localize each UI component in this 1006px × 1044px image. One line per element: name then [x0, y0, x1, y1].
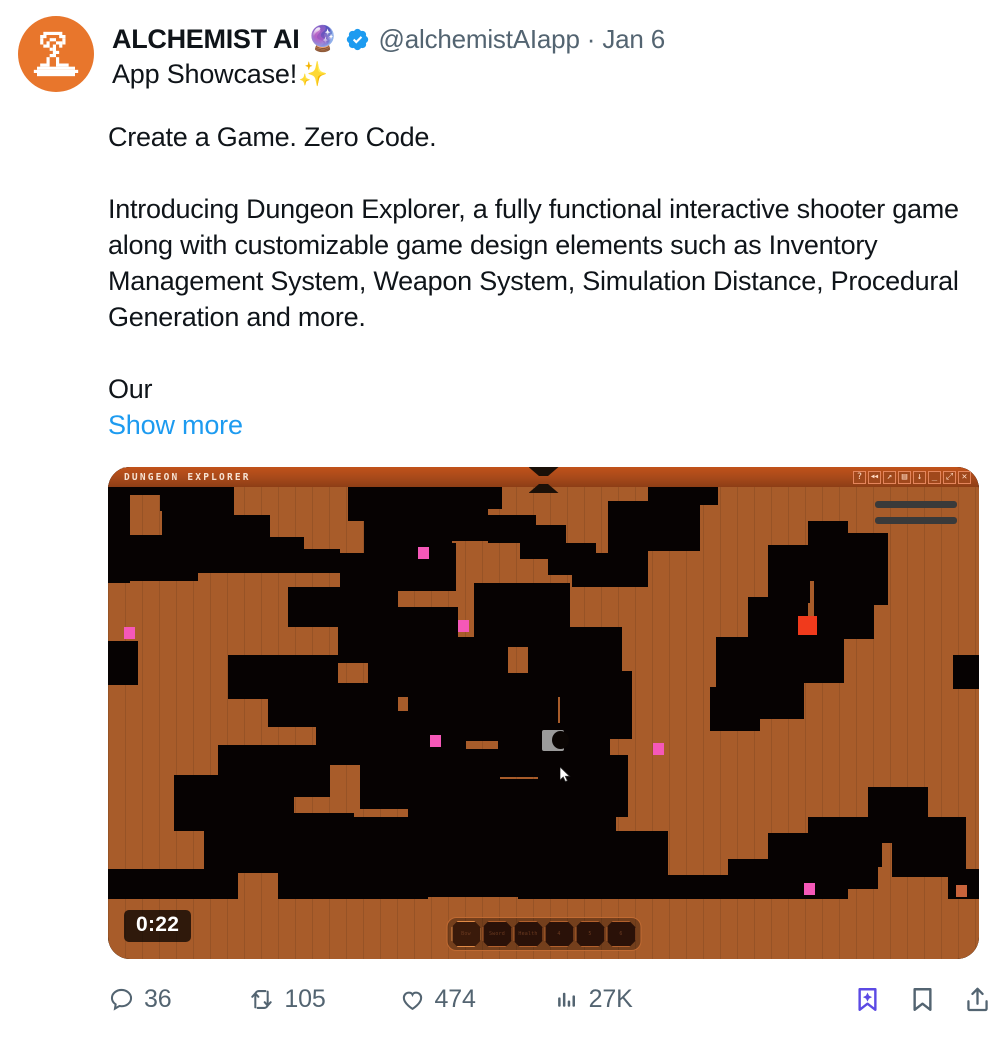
retweet-count: 105 [284, 985, 326, 1013]
game-window: DUNGEON EXPLORER ? ◀◀ ↗ ▤ ↓ _ ⤢ ✕ Bow Sw… [108, 467, 979, 959]
hotbar-slot-1-label: Bow [461, 931, 471, 937]
tweet-actions: 36 105 474 27K [108, 985, 992, 1014]
download-button[interactable]: ↓ [913, 470, 926, 484]
header-text: ALCHEMIST AI 🔮 @alchemistAIapp · Jan 6 A… [112, 14, 994, 90]
video-timestamp: 0:22 [124, 910, 192, 942]
bookmark-button[interactable] [908, 985, 937, 1014]
mouse-cursor-icon [560, 767, 571, 782]
display-name[interactable]: ALCHEMIST AI [112, 24, 300, 55]
hotbar-slot-4[interactable]: 4 [544, 921, 574, 947]
hotbar-slot-6[interactable]: 6 [606, 921, 636, 947]
retweet-icon [251, 990, 273, 1009]
hotbar-slot-5[interactable]: 5 [575, 921, 605, 947]
analytics-icon [557, 992, 575, 1007]
like-button[interactable]: 474 [399, 985, 476, 1014]
tweet-body: Create a Game. Zero Code. Introducing Du… [108, 119, 994, 443]
name-line: ALCHEMIST AI 🔮 @alchemistAIapp · Jan 6 [112, 24, 994, 55]
inventory-hotbar[interactable]: Bow Sword Health 4 5 6 [446, 917, 641, 951]
heart-icon [402, 991, 422, 1011]
hotbar-slot-6-label: 6 [619, 931, 623, 937]
item-pickup [418, 547, 429, 559]
tweet-paragraph-2: Introducing Dungeon Explorer, a fully fu… [108, 194, 959, 332]
tweet-paragraph-3: Our [108, 374, 153, 404]
game-playfield[interactable]: Bow Sword Health 4 5 6 [108, 487, 979, 959]
views-count: 27K [588, 985, 633, 1013]
like-count: 474 [434, 985, 476, 1013]
crystal-ball-icon: 🔮 [307, 25, 339, 53]
stamina-bar [875, 517, 957, 524]
hotbar-slot-3-label: Health [518, 931, 538, 937]
hotbar-slot-2[interactable]: Sword [482, 921, 512, 947]
tweet-card: ALCHEMIST AI 🔮 @alchemistAIapp · Jan 6 A… [0, 0, 1006, 1044]
tweet-line-1-text: App Showcase! [112, 59, 298, 89]
window-notch [528, 467, 559, 493]
share-button[interactable]: ↗ [883, 470, 896, 484]
share-button[interactable] [963, 985, 992, 1014]
grok-bookmark-icon [858, 988, 877, 1011]
share-icon [967, 987, 988, 1012]
enemy-unit [798, 616, 817, 635]
show-more-link[interactable]: Show more [108, 407, 243, 443]
reply-icon [110, 988, 133, 1011]
avatar[interactable] [18, 16, 94, 92]
game-title: DUNGEON EXPLORER [124, 471, 251, 483]
verified-badge-icon [346, 28, 368, 51]
minimize-button[interactable]: _ [928, 470, 941, 484]
save-button[interactable]: ▤ [898, 470, 911, 484]
tweet-actions-right [853, 985, 992, 1014]
tweet-paragraph-1: Create a Game. Zero Code. [108, 122, 437, 152]
item-pickup [124, 627, 135, 639]
hotbar-slot-4-label: 4 [557, 931, 561, 937]
hotbar-slot-5-label: 5 [588, 931, 592, 937]
views-button[interactable]: 27K [555, 985, 633, 1014]
hotbar-slot-1[interactable]: Bow [451, 921, 481, 947]
item-pickup [956, 885, 967, 897]
maximize-button[interactable]: ⤢ [943, 470, 956, 484]
retweet-button[interactable]: 105 [248, 985, 326, 1014]
item-pickup [430, 735, 441, 747]
player-character [542, 730, 569, 751]
hotbar-slot-3[interactable]: Health [513, 921, 543, 947]
tweet-line-1: App Showcase! ✨ [112, 59, 994, 90]
video-player[interactable]: DUNGEON EXPLORER ? ◀◀ ↗ ▤ ↓ _ ⤢ ✕ Bow Sw… [108, 467, 979, 959]
alchemist-pixel-logo-icon [33, 31, 79, 77]
close-button[interactable]: ✕ [958, 470, 971, 484]
item-pickup [653, 743, 664, 755]
reply-button[interactable]: 36 [108, 985, 172, 1014]
game-hud [875, 501, 957, 533]
tweet-date[interactable]: Jan 6 [602, 24, 665, 55]
rewind-button[interactable]: ◀◀ [868, 470, 881, 484]
item-pickup [458, 620, 469, 632]
tweet-header: ALCHEMIST AI 🔮 @alchemistAIapp · Jan 6 A… [18, 14, 994, 92]
handle[interactable]: @alchemistAIapp [379, 24, 580, 55]
window-buttons: ? ◀◀ ↗ ▤ ↓ _ ⤢ ✕ [853, 470, 979, 484]
separator: · [586, 24, 596, 54]
bookmark-icon [913, 988, 932, 1011]
hotbar-slot-2-label: Sword [488, 931, 506, 937]
grok-bookmark-button[interactable] [853, 985, 882, 1014]
reply-count: 36 [144, 985, 172, 1013]
help-button[interactable]: ? [853, 470, 866, 484]
health-bar [875, 501, 957, 508]
sparkles-icon: ✨ [298, 61, 328, 88]
item-pickup [804, 883, 815, 895]
